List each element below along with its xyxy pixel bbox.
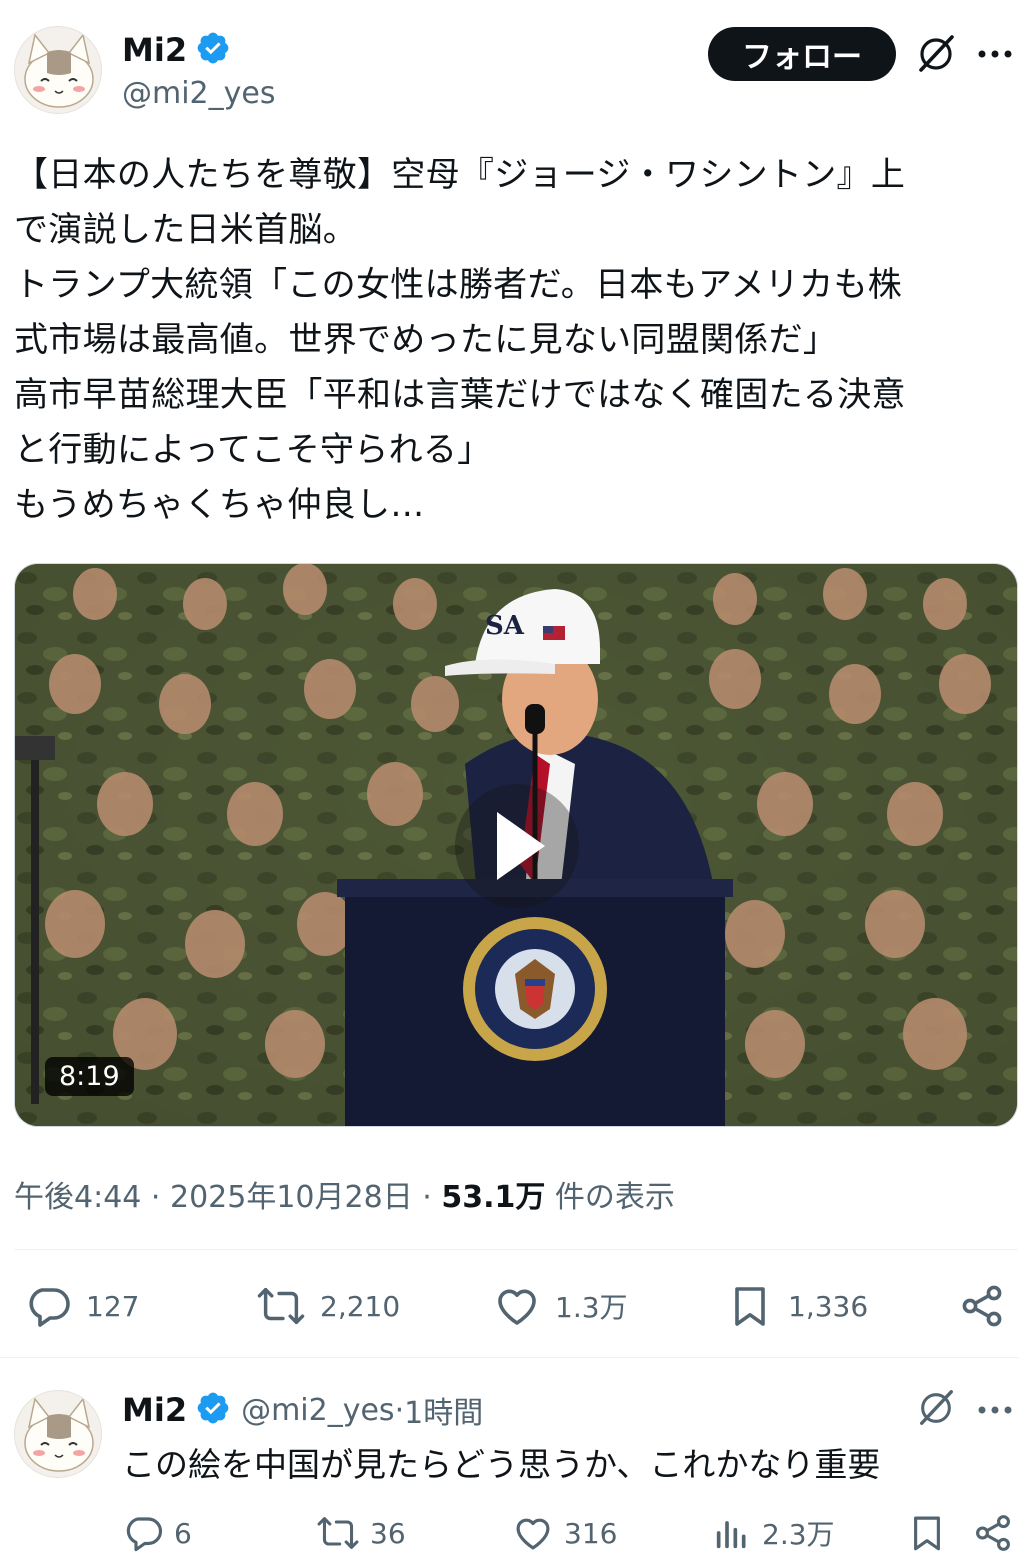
meta-separator: · bbox=[150, 1180, 170, 1215]
cat-avatar-icon bbox=[15, 1391, 101, 1477]
reply-author-name[interactable]: Mi2 bbox=[122, 1391, 187, 1429]
reply-count: 127 bbox=[86, 1289, 140, 1323]
reply-repost-button[interactable]: 36 bbox=[316, 1512, 406, 1554]
like-count: 316 bbox=[564, 1516, 618, 1550]
share-icon bbox=[962, 1285, 1002, 1327]
more-icon[interactable] bbox=[975, 1392, 1015, 1428]
reply-author-handle[interactable]: @mi2_yes bbox=[241, 1393, 395, 1428]
repost-icon bbox=[257, 1287, 305, 1325]
repost-icon bbox=[317, 1517, 359, 1549]
divider bbox=[14, 1249, 1018, 1250]
like-icon bbox=[516, 1518, 550, 1550]
more-icon[interactable] bbox=[975, 36, 1015, 72]
repost-button[interactable]: 2,210 bbox=[256, 1282, 400, 1330]
follow-button[interactable]: フォロー bbox=[708, 27, 896, 81]
tweet-time[interactable]: 午後4:44 bbox=[14, 1180, 141, 1215]
tweet-text-line: と行動によってこそ守られる」 bbox=[14, 430, 492, 470]
repost-count: 2,210 bbox=[320, 1289, 401, 1323]
verified-badge-icon bbox=[195, 30, 231, 70]
reply-bookmark-button[interactable] bbox=[906, 1512, 948, 1554]
verified-badge-icon bbox=[195, 1390, 231, 1430]
views-icon bbox=[716, 1521, 746, 1549]
bookmark-icon bbox=[735, 1287, 765, 1326]
grok-icon[interactable] bbox=[912, 30, 960, 78]
reply-icon bbox=[29, 1288, 70, 1327]
tweet-text-line: 【日本の人たちを尊敬】空母『ジョージ・ワシントン』上 bbox=[14, 155, 906, 195]
share-icon bbox=[976, 1515, 1010, 1551]
reply-views-button[interactable]: 2.3万 bbox=[712, 1512, 835, 1554]
grok-icon[interactable] bbox=[914, 1386, 958, 1430]
tweet-text-line: で演説した日米首脳。 bbox=[14, 210, 357, 250]
meta-separator: · bbox=[422, 1180, 442, 1215]
tweet-text-line: 高市早苗総理大臣「平和は言葉だけではなく確固たる決意 bbox=[14, 375, 906, 415]
cat-avatar-icon bbox=[15, 27, 101, 113]
like-count: 1.3万 bbox=[555, 1291, 628, 1324]
video-player[interactable]: SA 8:19 bbox=[14, 563, 1018, 1127]
like-icon bbox=[498, 1289, 536, 1325]
repost-count: 36 bbox=[370, 1516, 406, 1550]
reply-icon bbox=[126, 1517, 163, 1552]
reply-button[interactable]: 127 bbox=[24, 1282, 139, 1330]
cap-text: SA bbox=[485, 611, 525, 641]
reply-count: 6 bbox=[174, 1516, 192, 1550]
play-icon[interactable] bbox=[455, 784, 579, 908]
tweet-text-line: トランプ大統領「この女性は勝者だ。日本もアメリカも株 bbox=[14, 265, 903, 305]
bookmark-count: 1,336 bbox=[788, 1289, 869, 1323]
views-count: 53.1万 bbox=[441, 1180, 546, 1215]
divider bbox=[0, 1357, 1019, 1358]
reply-share-button[interactable] bbox=[972, 1512, 1014, 1554]
views-label: 件の表示 bbox=[554, 1180, 675, 1215]
bookmark-button[interactable]: 1,336 bbox=[726, 1282, 868, 1330]
tweet-text: 【日本の人たちを尊敬】空母『ジョージ・ワシントン』上 で演説した日米首脳。 トラ… bbox=[14, 148, 1014, 533]
tweet-meta: 午後4:44 · 2025年10月28日 · 53.1万 件の表示 bbox=[14, 1172, 675, 1216]
reply-like-button[interactable]: 316 bbox=[512, 1512, 617, 1554]
meta-separator: · bbox=[394, 1392, 405, 1428]
video-thumbnail: SA bbox=[15, 564, 1017, 1126]
bookmark-icon bbox=[914, 1516, 940, 1551]
tweet-date[interactable]: 2025年10月28日 bbox=[170, 1180, 413, 1215]
tweet-text-line: 式市場は最高値。世界でめったに見ない同盟関係だ」 bbox=[14, 320, 838, 360]
reply-text: この絵を中国が見たらどう思うか、これかなり重要 bbox=[122, 1445, 881, 1484]
reply-age[interactable]: 1時間 bbox=[404, 1388, 483, 1432]
reply-reply-button[interactable]: 6 bbox=[122, 1512, 192, 1554]
like-button[interactable]: 1.3万 bbox=[493, 1282, 628, 1330]
views-count: 2.3万 bbox=[762, 1518, 835, 1551]
video-duration: 8:19 bbox=[45, 1057, 134, 1096]
tweet-text-line: もうめちゃくちゃ仲良し… bbox=[14, 485, 425, 525]
author-name[interactable]: Mi2 bbox=[122, 31, 187, 69]
author-avatar[interactable] bbox=[14, 26, 102, 114]
author-handle[interactable]: @mi2_yes bbox=[122, 76, 276, 112]
share-button[interactable] bbox=[958, 1282, 1006, 1330]
reply-author-avatar[interactable] bbox=[14, 1390, 102, 1478]
